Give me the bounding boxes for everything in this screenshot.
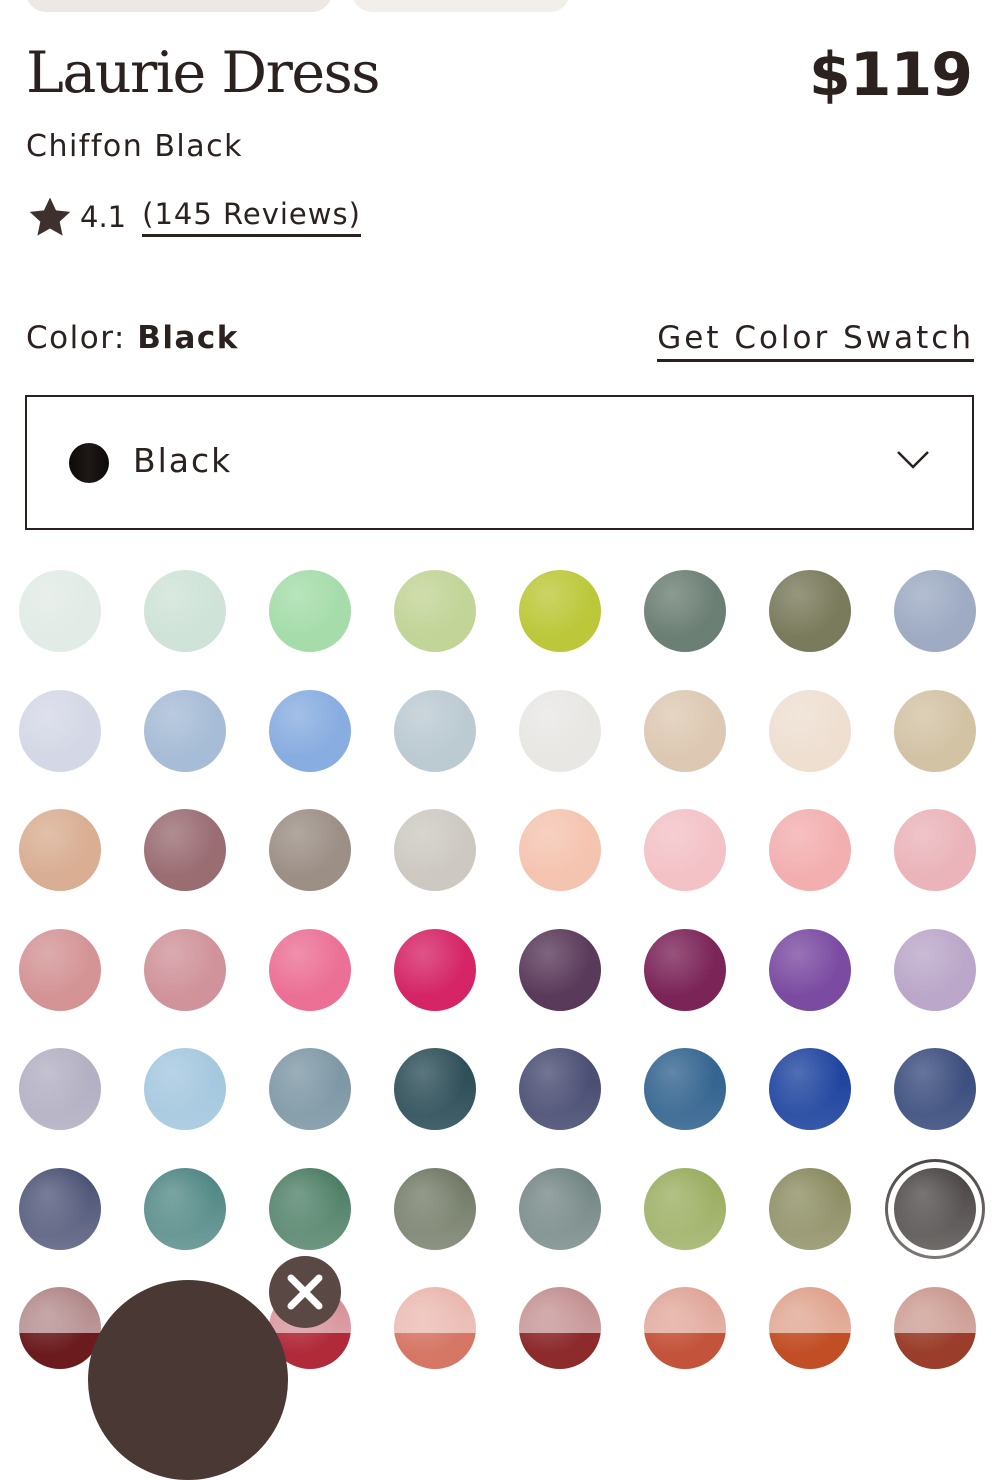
- selected-color-dot: [69, 443, 109, 483]
- color-swatch[interactable]: [644, 928, 726, 1011]
- color-swatch[interactable]: [644, 570, 726, 652]
- color-swatch[interactable]: [644, 689, 726, 772]
- color-swatch[interactable]: [144, 1048, 226, 1130]
- color-swatch[interactable]: [894, 570, 976, 652]
- color-swatch[interactable]: [769, 570, 851, 652]
- color-swatch[interactable]: [519, 1287, 601, 1369]
- color-swatch[interactable]: [644, 809, 726, 891]
- image-tab-pill[interactable]: [352, 0, 570, 12]
- color-select[interactable]: Black: [25, 395, 974, 530]
- color-swatch[interactable]: [894, 928, 976, 1011]
- product-variant: Chiffon Black: [26, 129, 243, 164]
- color-swatch[interactable]: [769, 809, 851, 891]
- product-title: Laurie Dress: [26, 40, 381, 106]
- rating-value: 4.1: [80, 200, 127, 234]
- color-swatch[interactable]: [144, 689, 226, 772]
- color-swatch[interactable]: [894, 1048, 976, 1130]
- color-swatch[interactable]: [894, 689, 976, 772]
- color-swatch[interactable]: [519, 570, 601, 652]
- close-icon[interactable]: [269, 1256, 341, 1328]
- color-swatch[interactable]: [644, 1048, 726, 1130]
- color-swatch[interactable]: [269, 1048, 351, 1130]
- color-label: Color: Black: [26, 320, 239, 356]
- color-swatch[interactable]: [269, 1167, 351, 1250]
- color-swatch[interactable]: [894, 1167, 976, 1250]
- color-swatch[interactable]: [144, 809, 226, 891]
- color-swatch[interactable]: [394, 1167, 476, 1250]
- selected-color-name: Black: [137, 320, 239, 356]
- rating-row: 4.1 (145 Reviews): [28, 196, 361, 238]
- color-swatch[interactable]: [519, 689, 601, 772]
- color-swatch[interactable]: [269, 570, 351, 652]
- color-swatch[interactable]: [269, 809, 351, 891]
- color-swatch[interactable]: [769, 1048, 851, 1130]
- color-swatch[interactable]: [394, 809, 476, 891]
- color-swatch[interactable]: [394, 689, 476, 772]
- color-label-prefix: Color:: [26, 320, 126, 356]
- color-swatch[interactable]: [19, 1048, 101, 1130]
- color-swatch[interactable]: [19, 928, 101, 1011]
- color-swatch[interactable]: [19, 570, 101, 652]
- color-swatch[interactable]: [769, 1167, 851, 1250]
- color-swatch[interactable]: [519, 809, 601, 891]
- reviews-link[interactable]: (145 Reviews): [142, 197, 361, 237]
- color-swatch[interactable]: [19, 689, 101, 772]
- chevron-down-icon: [896, 449, 930, 475]
- chat-widget-button[interactable]: [88, 1280, 288, 1480]
- color-swatch[interactable]: [894, 1287, 976, 1369]
- color-swatch[interactable]: [394, 1287, 476, 1369]
- product-price: $119: [809, 40, 973, 110]
- color-swatch[interactable]: [394, 570, 476, 652]
- color-swatch[interactable]: [144, 928, 226, 1011]
- color-swatch[interactable]: [394, 1048, 476, 1130]
- color-swatch[interactable]: [269, 689, 351, 772]
- color-swatch[interactable]: [769, 689, 851, 772]
- color-swatch[interactable]: [144, 1167, 226, 1250]
- color-swatch[interactable]: [894, 809, 976, 891]
- color-swatch[interactable]: [644, 1167, 726, 1250]
- color-swatch[interactable]: [519, 1048, 601, 1130]
- color-swatch[interactable]: [769, 1287, 851, 1369]
- color-swatch[interactable]: [394, 928, 476, 1011]
- color-swatch[interactable]: [769, 928, 851, 1011]
- color-select-value: Black: [133, 441, 233, 480]
- color-swatch[interactable]: [519, 1167, 601, 1250]
- color-swatch[interactable]: [144, 570, 226, 652]
- color-swatch[interactable]: [19, 1287, 101, 1369]
- color-swatch[interactable]: [519, 928, 601, 1011]
- color-swatch[interactable]: [269, 928, 351, 1011]
- color-swatch[interactable]: [19, 809, 101, 891]
- color-swatch[interactable]: [19, 1167, 101, 1250]
- color-swatch[interactable]: [644, 1287, 726, 1369]
- get-color-swatch-link[interactable]: Get Color Swatch: [657, 320, 974, 362]
- star-icon: [28, 196, 72, 238]
- image-tab-pill[interactable]: [26, 0, 332, 12]
